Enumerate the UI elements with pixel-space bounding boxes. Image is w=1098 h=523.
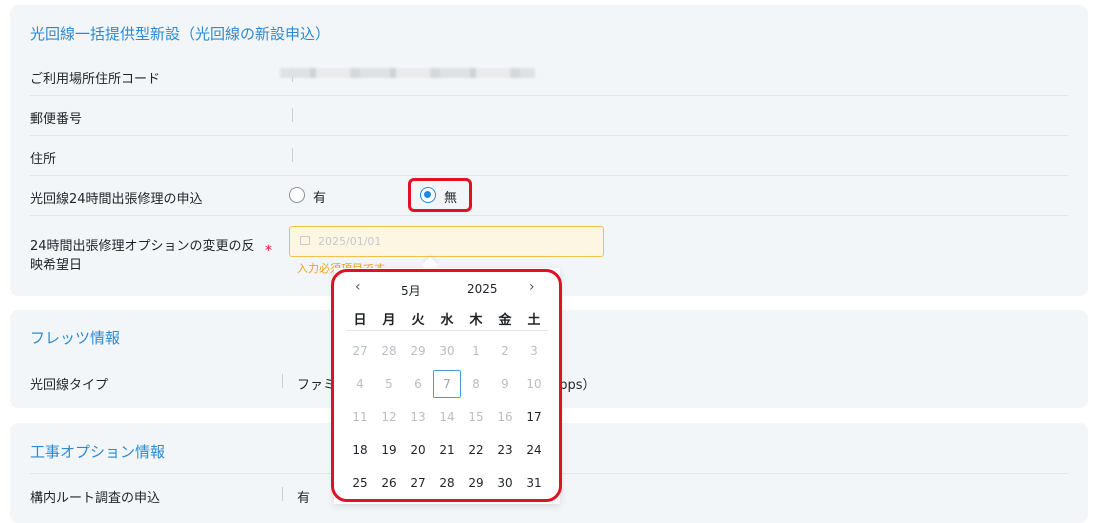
radio-repair-yes[interactable] [289,187,305,203]
row-address-code: ご利用場所住所コード [30,56,1068,96]
separator [292,108,293,122]
label-postal: 郵便番号 [30,112,83,127]
highlight-radio-no [408,178,472,212]
section-title-flets: フレッツ情報 [30,329,121,347]
label-desired-date-1: 24時間出張修理オプションの変更の反 [30,239,255,254]
separator [282,374,283,388]
label-repair-option: 光回線24時間出張修理の申込 [30,192,203,207]
label-desired-date-2: 映希望日 [30,258,83,273]
section-title-new-line: 光回線一括提供型新設（光回線の新設申込） [30,25,331,43]
label-address-code: ご利用場所住所コード [30,72,161,87]
label-line-type: 光回線タイプ [30,378,109,393]
address-code-value-redacted [280,68,535,78]
separator [292,148,293,162]
label-address: 住所 [30,152,57,167]
row-repair-option: 光回線24時間出張修理の申込 [30,176,1068,216]
date-placeholder: 2025/01/01 [318,235,382,248]
required-mark: * [265,243,272,259]
radio-repair-yes-label[interactable]: 有 [313,187,326,206]
calendar-icon [300,236,310,245]
desired-date-input[interactable]: 2025/01/01 [289,226,604,257]
row-address: 住所 [30,136,1068,176]
row-postal: 郵便番号 [30,96,1068,136]
separator [282,487,283,501]
highlight-calendar [331,269,562,502]
route-survey-value: 有 [297,491,311,506]
section-title-construction: 工事オプション情報 [30,443,166,461]
label-route-survey: 構内ルート調査の申込 [30,491,161,506]
